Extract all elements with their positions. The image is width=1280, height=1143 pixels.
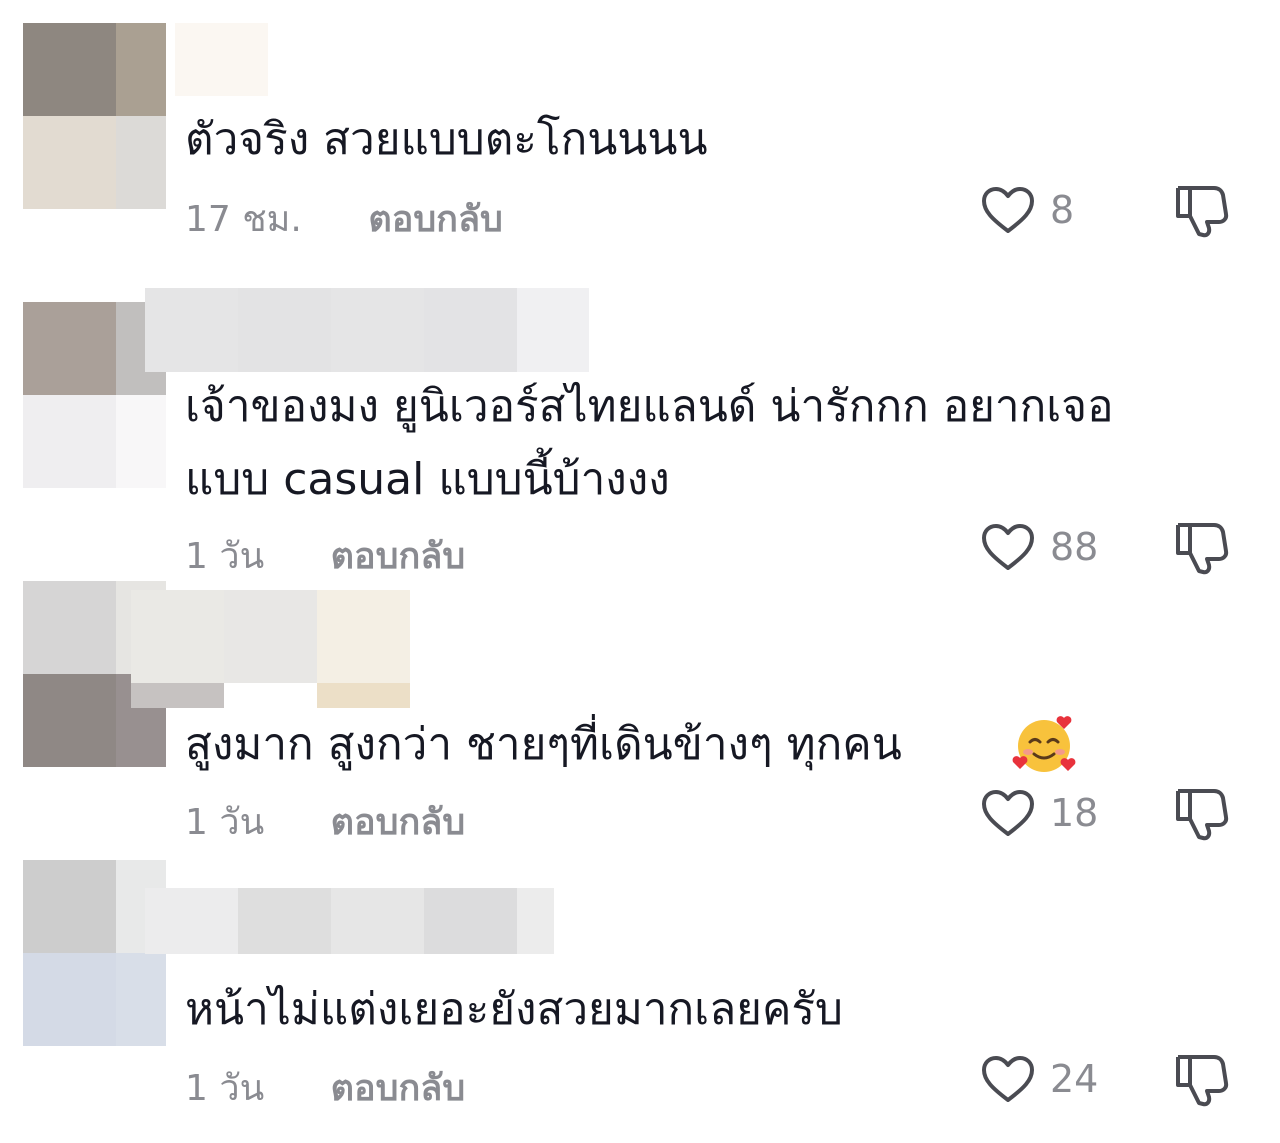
like-count: 24 [1050,1057,1099,1101]
comment-text-line: แบบ casual แบบนี้บ้างงง [185,454,670,505]
reply-button[interactable]: ตอบกลับ [368,199,503,240]
like-count: 88 [1050,525,1099,569]
thumbs-down-icon[interactable] [1172,517,1230,575]
heart-outline-icon[interactable] [980,1054,1036,1104]
username-blurred[interactable] [131,590,410,708]
reply-button[interactable]: ตอบกลับ [331,802,466,843]
comment-meta: 1 วัน ตอบกลับ [185,793,465,850]
reply-button[interactable]: ตอบกลับ [331,536,466,577]
comment-text: หน้าไม่แต่งเยอะยังสวยมากเลยครับ [185,984,843,1035]
heart-outline-icon[interactable] [980,522,1036,572]
avatar[interactable] [23,23,166,209]
like-count: 8 [1050,188,1075,232]
username-blurred[interactable] [145,288,589,372]
comment-text-line: เจ้าของมง ยูนิเวอร์สไทยแลนด์ น่ารักกก อย… [185,381,1114,432]
thumbs-down-icon[interactable] [1172,1049,1230,1107]
comment-meta: 1 วัน ตอบกลับ [185,527,465,584]
heart-outline-icon[interactable] [980,185,1036,235]
username-blurred[interactable] [175,23,268,96]
thumbs-down-icon[interactable] [1172,783,1230,841]
smiling-face-with-hearts-emoji [1012,716,1076,772]
comment-text: ตัวจริง สวยแบบตะโกนนนน [185,114,708,165]
thumbs-down-icon[interactable] [1172,180,1230,238]
timestamp: 1 วัน [185,1068,265,1109]
comment-text: สูงมาก สูงกว่า ชายๆที่เดินข้างๆ ทุกคน [185,719,902,770]
timestamp: 1 วัน [185,802,265,843]
comment-meta: 17 ชม. ตอบกลับ [185,190,503,247]
timestamp: 17 ชม. [185,199,302,240]
reply-button[interactable]: ตอบกลับ [331,1068,466,1109]
timestamp: 1 วัน [185,536,265,577]
like-count: 18 [1050,791,1099,835]
heart-outline-icon[interactable] [980,788,1036,838]
comment-meta: 1 วัน ตอบกลับ [185,1059,465,1116]
username-blurred[interactable] [145,888,554,954]
